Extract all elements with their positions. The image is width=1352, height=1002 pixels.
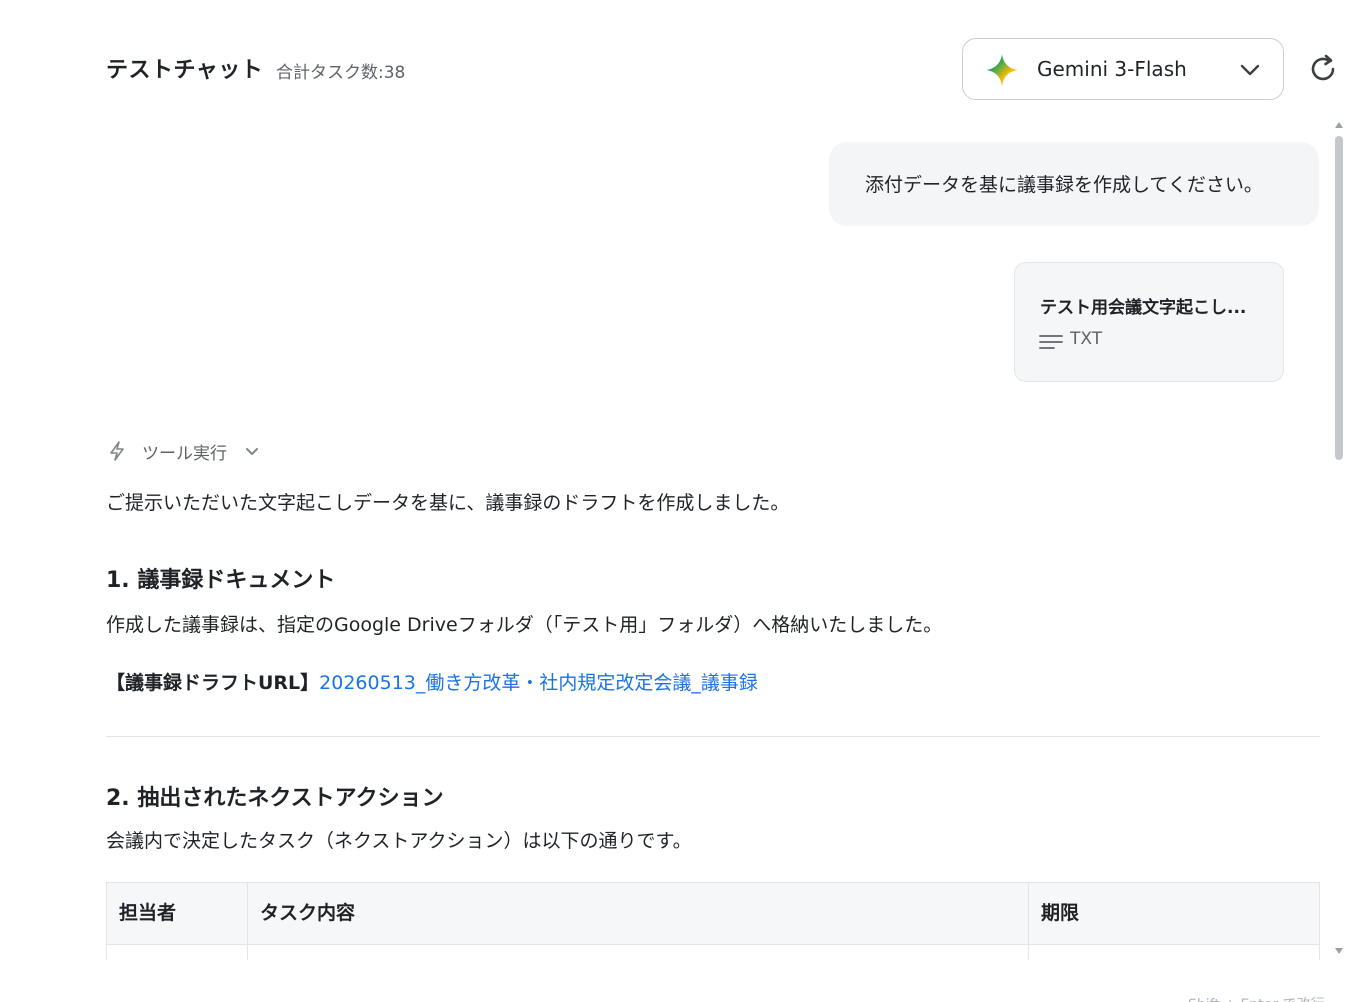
lightning-icon — [110, 441, 124, 461]
table-cell — [107, 945, 248, 960]
gemini-sparkle-icon — [986, 54, 1018, 86]
vertical-scrollbar[interactable] — [1332, 120, 1346, 960]
table-cell — [1029, 945, 1319, 960]
section-divider — [106, 736, 1320, 737]
minutes-url-row: 【議事録ドラフトURL】20260513_働き方改革・社内規定改定会議_議事録 — [106, 668, 758, 695]
user-message-text: 添付データを基に議事録を作成してください。 — [865, 174, 1263, 196]
table-header-row: 担当者 タスク内容 期限 — [107, 883, 1319, 945]
table-cell — [248, 945, 1029, 960]
url-label: 【議事録ドラフトURL】 — [106, 672, 320, 694]
refresh-icon[interactable] — [1306, 52, 1340, 86]
model-selector[interactable]: Gemini 3-Flash — [962, 38, 1284, 100]
assistant-intro: ご提示いただいた文字起こしデータを基に、議事録のドラフトを作成しました。 — [106, 492, 790, 514]
attachment-name: テスト用会議文字起こし... — [1040, 298, 1247, 318]
column-header-task: タスク内容 — [248, 883, 1029, 944]
tool-execution-label: ツール実行 — [142, 443, 227, 464]
scroll-down-arrow-icon[interactable] — [1335, 948, 1343, 954]
section-heading-next-actions: 2. 抽出されたネクストアクション — [106, 786, 444, 811]
chevron-down-icon — [1240, 64, 1260, 76]
attachment-card[interactable]: テスト用会議文字起こし... TXT — [1014, 262, 1284, 382]
chevron-down-icon — [246, 448, 258, 455]
column-header-assignee: 担当者 — [107, 883, 248, 944]
scrollbar-thumb[interactable] — [1335, 136, 1343, 460]
tool-execution-toggle[interactable]: ツール実行 — [106, 438, 261, 464]
chat-scroll-area[interactable]: 添付データを基に議事録を作成してください。 テスト用会議文字起こし... TXT… — [0, 120, 1330, 960]
section-heading-minutes: 1. 議事録ドキュメント — [106, 568, 336, 593]
text-file-icon — [1039, 335, 1063, 349]
model-label: Gemini 3-Flash — [1037, 57, 1187, 81]
input-hint: Shift + Enter で改行 — [1188, 994, 1324, 1002]
table-row — [107, 945, 1319, 960]
scroll-up-arrow-icon[interactable] — [1335, 122, 1343, 128]
minutes-draft-link[interactable]: 20260513_働き方改革・社内規定改定会議_議事録 — [319, 672, 758, 694]
column-header-deadline: 期限 — [1041, 902, 1080, 924]
section-text-minutes: 作成した議事録は、指定のGoogle Driveフォルダ（「テスト用」フォルダ）… — [106, 614, 943, 636]
section-text-next-actions: 会議内で決定したタスク（ネクストアクション）は以下の通りです。 — [106, 830, 692, 852]
attachment-type: TXT — [1070, 329, 1103, 349]
user-message-bubble: 添付データを基に議事録を作成してください。 — [829, 142, 1319, 226]
next-actions-table: 担当者 タスク内容 期限 — [106, 882, 1320, 960]
chat-title: テストチャット — [106, 58, 264, 83]
task-count: 合計タスク数:38 — [276, 63, 406, 83]
chat-header: テストチャット 合計タスク数:38 Gemini 3-Flash — [0, 0, 1352, 120]
